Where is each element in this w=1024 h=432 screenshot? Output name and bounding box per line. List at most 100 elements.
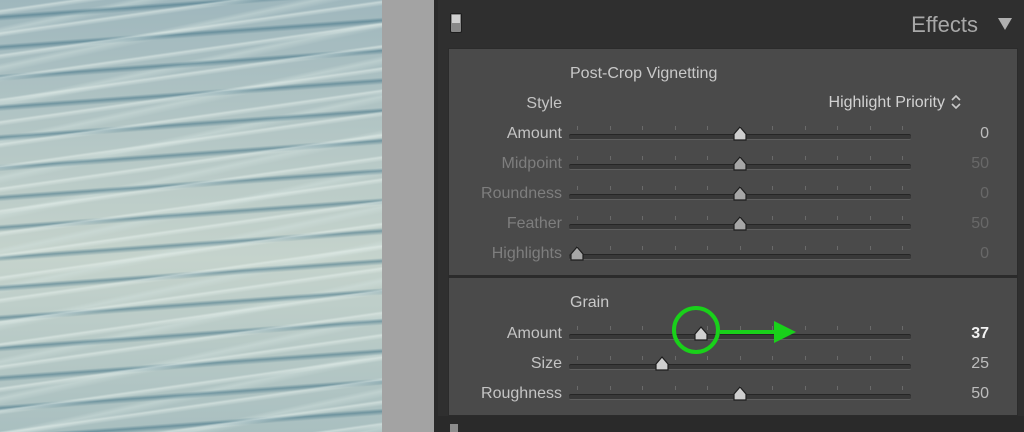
photo-preview xyxy=(0,0,382,432)
slider-tick xyxy=(772,186,773,190)
effects-panel-header[interactable]: Effects xyxy=(438,0,1024,46)
post-crop-vignetting-section: Post-Crop Vignetting Style Highlight Pri… xyxy=(448,48,1018,276)
slider-thumb-midpoint[interactable] xyxy=(732,156,747,172)
slider-tick xyxy=(674,246,676,250)
slider-tick xyxy=(642,326,643,330)
slider-tick xyxy=(609,326,611,330)
slider-tick xyxy=(642,246,643,250)
slider-value-amount[interactable]: 0 xyxy=(929,125,989,143)
slider-label-roundness: Roundness xyxy=(481,185,562,202)
slider-tick xyxy=(642,356,643,360)
slider-tick xyxy=(707,126,708,130)
slider-thumb-highlights[interactable] xyxy=(570,246,584,262)
slider-tick xyxy=(707,356,708,360)
slider-tick xyxy=(837,216,838,220)
slider-tick xyxy=(577,216,578,220)
slider-tick xyxy=(837,156,838,160)
slider-tick xyxy=(902,126,903,130)
slider-tick xyxy=(772,126,773,130)
slider-value-feather[interactable]: 50 xyxy=(929,215,989,233)
slider-tick xyxy=(707,386,708,390)
slider-track-roughness[interactable] xyxy=(569,386,911,401)
slider-value-roundness[interactable]: 0 xyxy=(929,185,989,203)
slider-tick xyxy=(674,156,676,160)
slider-label-midpoint: Midpoint xyxy=(501,155,562,172)
slider-tick xyxy=(609,156,611,160)
slider-tick xyxy=(837,386,838,390)
slider-value-size[interactable]: 25 xyxy=(929,355,989,373)
slider-tick xyxy=(902,186,903,190)
slider-tick xyxy=(869,326,871,330)
slider-tick xyxy=(674,386,676,390)
slider-tick xyxy=(707,216,708,220)
slider-tick xyxy=(642,186,643,190)
slider-thumb-size[interactable] xyxy=(654,356,669,372)
panel-title: Effects xyxy=(911,12,978,37)
slider-thumb-roundness[interactable] xyxy=(732,186,747,202)
slider-tick xyxy=(642,386,643,390)
slider-label-roughness: Roughness xyxy=(481,385,562,402)
slider-tick xyxy=(772,356,773,360)
slider-track-roundness[interactable] xyxy=(569,186,911,201)
slider-tick xyxy=(674,126,676,130)
slider-tick xyxy=(869,156,871,160)
slider-tick xyxy=(869,356,871,360)
slider-tick xyxy=(804,386,806,390)
slider-tick xyxy=(902,156,903,160)
slider-tick xyxy=(642,126,643,130)
slider-tick xyxy=(609,186,611,190)
slider-tick xyxy=(902,356,903,360)
slider-track-highlights[interactable] xyxy=(569,246,911,261)
slider-track-amount[interactable] xyxy=(569,126,911,141)
slider-tick xyxy=(577,126,578,130)
slider-label-highlights: Highlights xyxy=(491,245,562,262)
slider-tick xyxy=(869,216,871,220)
slider-thumb-feather[interactable] xyxy=(732,216,747,232)
slider-tick xyxy=(707,156,708,160)
slider-tick xyxy=(609,386,611,390)
slider-track-feather[interactable] xyxy=(569,216,911,231)
slider-label-feather: Feather xyxy=(506,215,562,232)
slider-tick xyxy=(739,356,741,360)
panel-toggle-switch[interactable] xyxy=(450,13,462,33)
slider-label-amount: Amount xyxy=(506,325,562,342)
slider-tick xyxy=(707,186,708,190)
slider-tick xyxy=(804,216,806,220)
slider-tick xyxy=(707,246,708,250)
slider-tick xyxy=(902,386,903,390)
slider-track-amount[interactable] xyxy=(569,326,911,341)
slider-tick xyxy=(642,216,643,220)
style-dropdown[interactable]: Highlight Priority xyxy=(829,94,945,112)
arrow-annotation-line xyxy=(720,330,776,334)
slider-tick xyxy=(902,326,903,330)
slider-value-highlights[interactable]: 0 xyxy=(929,245,989,263)
slider-thumb-amount[interactable] xyxy=(732,126,747,142)
slider-tick xyxy=(772,386,773,390)
slider-tick xyxy=(902,216,903,220)
updown-chevron-icon[interactable] xyxy=(951,95,961,109)
slider-tick xyxy=(609,356,611,360)
slider-tick xyxy=(739,246,741,250)
style-label: Style xyxy=(526,95,562,112)
slider-thumb-roughness[interactable] xyxy=(732,386,747,402)
slider-tick xyxy=(837,356,838,360)
slider-track-size[interactable] xyxy=(569,356,911,371)
slider-tick xyxy=(869,246,871,250)
slider-tick xyxy=(804,326,806,330)
collapse-triangle-icon[interactable] xyxy=(998,18,1012,30)
slider-tick xyxy=(577,356,578,360)
slider-tick xyxy=(577,186,578,190)
slider-tick xyxy=(837,246,838,250)
slider-track-midpoint[interactable] xyxy=(569,156,911,171)
slider-tick xyxy=(772,246,773,250)
section-title: Grain xyxy=(570,294,610,311)
next-panel-header[interactable] xyxy=(438,416,1024,432)
slider-label-size: Size xyxy=(530,355,562,372)
slider-tick xyxy=(577,326,578,330)
slider-value-midpoint[interactable]: 50 xyxy=(929,155,989,173)
slider-value-roughness[interactable]: 50 xyxy=(929,385,989,403)
slider-tick xyxy=(804,186,806,190)
slider-tick xyxy=(674,186,676,190)
slider-value-amount[interactable]: 37 xyxy=(929,325,989,343)
slider-tick xyxy=(609,246,611,250)
